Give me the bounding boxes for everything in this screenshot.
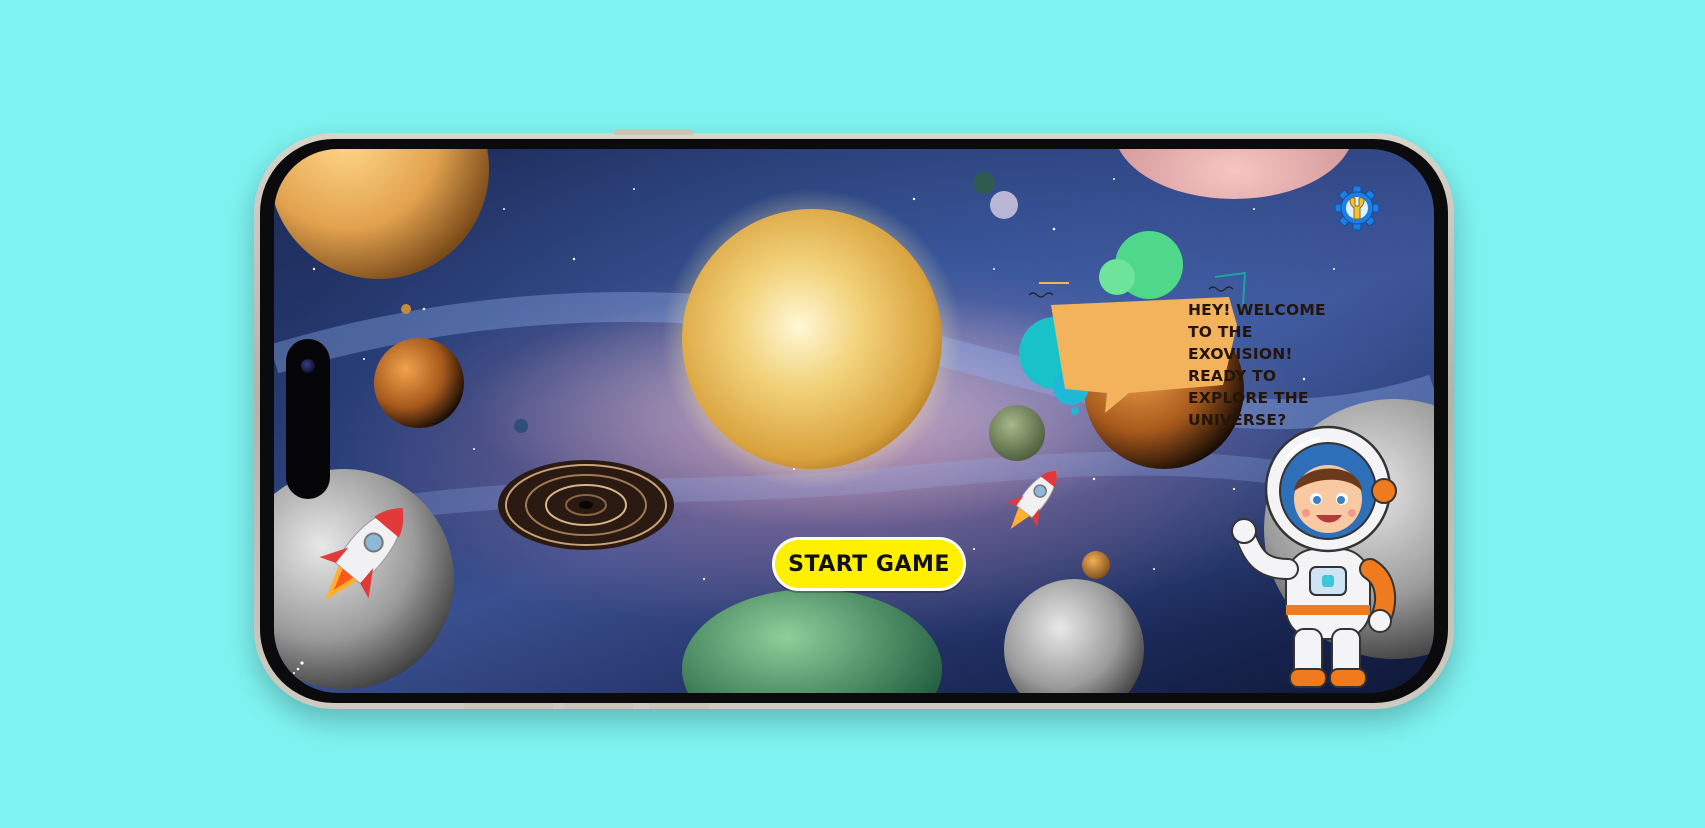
planet-green-bottom bbox=[682, 589, 942, 693]
sparkle-dots bbox=[293, 661, 304, 674]
greeting-text: Hey! Welcome to the Exovision! Ready to … bbox=[1188, 301, 1326, 429]
black-hole bbox=[498, 460, 674, 550]
small-teal-planet bbox=[973, 172, 995, 194]
game-screen: Hey! Welcome to the Exovision! Ready to … bbox=[274, 149, 1434, 693]
phone-volume-up-button bbox=[464, 703, 554, 709]
tiny-blue-planet bbox=[514, 419, 528, 433]
phone-volume-down-button bbox=[564, 703, 634, 709]
phone-side-button bbox=[614, 129, 694, 135]
sun bbox=[682, 209, 942, 469]
front-camera bbox=[301, 359, 315, 373]
moon-bottom-right bbox=[1004, 579, 1144, 693]
phone-frame: Hey! Welcome to the Exovision! Ready to … bbox=[254, 129, 1454, 709]
small-orange-planet bbox=[1082, 551, 1110, 579]
start-game-button[interactable]: START GAME bbox=[772, 537, 966, 591]
planet-jupiter-left bbox=[374, 338, 464, 428]
phone-bezel: Hey! Welcome to the Exovision! Ready to … bbox=[260, 139, 1448, 703]
speech-bubble: Hey! Welcome to the Exovision! Ready to … bbox=[1130, 269, 1344, 429]
planet-top-right bbox=[1119, 149, 1349, 199]
rocket-small bbox=[1005, 470, 1057, 529]
phone-action-button bbox=[649, 703, 709, 709]
tiny-planet bbox=[401, 304, 411, 314]
planet-top-left bbox=[274, 149, 489, 279]
settings-gear-icon[interactable] bbox=[1334, 185, 1380, 231]
small-lavender-planet bbox=[990, 191, 1018, 219]
astronaut-mascot bbox=[1231, 425, 1397, 688]
dynamic-island bbox=[286, 339, 330, 499]
rocket-large bbox=[319, 507, 404, 600]
